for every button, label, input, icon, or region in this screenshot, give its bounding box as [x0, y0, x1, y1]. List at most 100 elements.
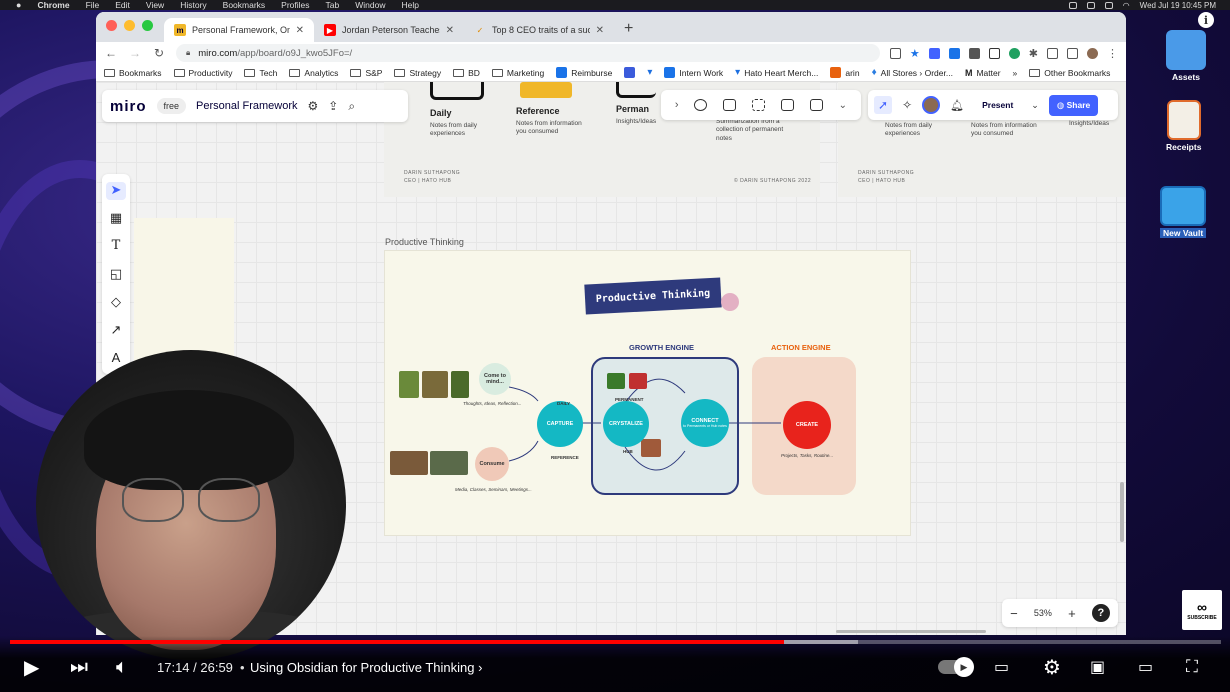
plan-badge[interactable]: free [156, 98, 187, 114]
notion-extension-icon[interactable] [988, 47, 1000, 59]
cursor-reactions-icon[interactable]: ➚ [874, 96, 893, 114]
board-name[interactable]: Personal Framework [196, 100, 297, 112]
new-tab-button[interactable]: + [614, 20, 643, 42]
subscribe-watermark[interactable]: ∞ SUBSCRIBE [1182, 590, 1222, 630]
chapter-title[interactable]: Using Obsidian for Productive Thinking › [250, 660, 482, 675]
bookmark-link[interactable]: M Matter [965, 68, 1001, 78]
extension-icon[interactable] [928, 47, 940, 59]
menu-view[interactable]: View [146, 0, 164, 10]
other-bookmarks[interactable]: Other Bookmarks [1029, 68, 1110, 78]
notes-icon[interactable] [809, 99, 823, 111]
close-tab-icon[interactable]: ✕ [296, 25, 304, 36]
menu-file[interactable]: File [86, 0, 100, 10]
templates-icon[interactable]: ▦ [106, 210, 126, 228]
wifi-icon[interactable]: ◠ [1123, 1, 1130, 10]
status-icon[interactable] [1068, 1, 1077, 9]
zoom-level[interactable]: 53% [1034, 608, 1052, 618]
close-window-button[interactable] [106, 20, 117, 31]
close-tab-icon[interactable]: ✕ [446, 25, 454, 36]
tab-youtube[interactable]: ▶ Jordan Peterson Teaches a Sh ✕ [314, 18, 464, 42]
productive-thinking-frame[interactable]: Productive Thinking GROWTH ENGINE ACTION… [384, 250, 911, 536]
miro-logo[interactable]: miro [110, 98, 147, 115]
present-button[interactable]: Present [974, 96, 1021, 114]
bookmark-link[interactable]: Intern Work [664, 67, 723, 78]
back-icon[interactable]: ← [104, 46, 118, 60]
menu-app-chrome[interactable]: Chrome [37, 0, 69, 10]
extension-icon[interactable] [948, 47, 960, 59]
zoom-in-button[interactable]: + [1068, 606, 1076, 621]
reload-icon[interactable]: ↻ [152, 46, 166, 60]
kebab-menu-icon[interactable]: ⋮ [1107, 47, 1118, 60]
select-cursor-icon[interactable]: ➤ [106, 182, 126, 200]
bookmark-link[interactable]: arin [830, 67, 860, 78]
battery-icon[interactable] [1104, 1, 1113, 9]
volume-icon[interactable]: 🔈︎ [116, 656, 128, 679]
bookmark-folder[interactable]: Tech [244, 68, 277, 78]
autoplay-toggle[interactable]: ▶ [938, 657, 974, 677]
forward-icon[interactable]: → [128, 46, 142, 60]
tab-ceo-traits[interactable]: ✓ Top 8 CEO traits of a successf ✕ [464, 18, 614, 42]
timer-icon[interactable] [694, 99, 708, 111]
help-button[interactable]: ? [1091, 604, 1110, 622]
menu-profiles[interactable]: Profiles [281, 0, 309, 10]
side-panel-icon[interactable] [1067, 47, 1078, 59]
zoom-out-button[interactable]: − [1010, 606, 1018, 621]
settings-gear-icon[interactable]: ⚙ [308, 99, 319, 113]
status-icon[interactable] [1086, 1, 1095, 9]
connection-line-icon[interactable]: ↗ [106, 322, 126, 340]
captions-icon[interactable]: ▭ [994, 657, 1009, 677]
sticky-note-icon[interactable]: ◱ [106, 266, 126, 284]
puzzle-extensions-icon[interactable]: ✱ [1029, 47, 1038, 60]
url-field[interactable]: 🔒︎ miro.com/app/board/o9J_kwo5JFo=/ [176, 44, 880, 62]
bookmark-link[interactable]: Reimburse [556, 67, 612, 78]
bookmark-folder[interactable]: Analytics [289, 68, 338, 78]
menu-help[interactable]: Help [401, 0, 418, 10]
frame-title[interactable]: Productive Thinking [385, 237, 464, 247]
present-options-chevron-icon[interactable]: ⌄ [1031, 100, 1039, 111]
menu-history[interactable]: History [180, 0, 206, 10]
collaborator-avatar[interactable] [922, 96, 941, 114]
menu-edit[interactable]: Edit [115, 0, 130, 10]
celebrate-icon[interactable]: ✧ [902, 98, 912, 112]
export-upload-icon[interactable]: ⇪ [328, 99, 338, 113]
bookmark-folder[interactable]: Productivity [173, 68, 232, 78]
menubar-clock[interactable]: Wed Jul 19 10:45 PM [1140, 1, 1216, 10]
desktop-icon-receipts[interactable]: Receipts [1166, 100, 1201, 152]
video-progress-bar[interactable] [10, 640, 1221, 644]
search-icon[interactable]: ⌕ [348, 99, 355, 114]
horizontal-scrollbar[interactable] [836, 630, 986, 633]
chevron-down-icon[interactable]: ⌄ [839, 100, 847, 111]
bookmark-folder[interactable]: S&P [350, 68, 382, 78]
bell-icon[interactable]: 🔔︎ [950, 99, 964, 112]
menu-tab[interactable]: Tab [326, 0, 340, 10]
share-page-icon[interactable] [889, 47, 901, 59]
bookmark-folder[interactable]: BD [453, 68, 480, 78]
info-icon[interactable]: i [1198, 12, 1214, 28]
focus-frame-icon[interactable] [752, 99, 766, 111]
profile-avatar-icon[interactable] [1087, 47, 1098, 59]
menu-bookmarks[interactable]: Bookmarks [223, 0, 266, 10]
play-icon[interactable]: ▶ [24, 655, 39, 680]
miniplayer-icon[interactable]: ▣ [1090, 657, 1105, 677]
maximize-window-button[interactable] [142, 20, 153, 31]
extension-icon[interactable] [968, 47, 980, 59]
reading-list-icon[interactable] [1047, 47, 1058, 59]
bookmark-link[interactable]: ▾ [647, 67, 652, 78]
theater-mode-icon[interactable]: ▭ [1138, 657, 1153, 677]
shapes-icon[interactable]: ◇ [106, 294, 126, 312]
desktop-icon-new-vault[interactable]: New Vault [1160, 186, 1207, 238]
fullscreen-icon[interactable]: ⛶ [1186, 657, 1198, 677]
menu-window[interactable]: Window [355, 0, 385, 10]
apple-icon[interactable]: ● [16, 0, 21, 10]
bookmark-link[interactable] [624, 67, 636, 78]
bookmark-folder[interactable]: Bookmarks [104, 68, 162, 78]
text-tool-icon[interactable]: T [106, 238, 126, 256]
bookmark-folder[interactable]: Strategy [394, 68, 441, 78]
desktop-icon-assets[interactable]: Assets [1166, 30, 1206, 82]
bookmark-star-icon[interactable]: ★ [910, 47, 920, 60]
tab-miro[interactable]: m Personal Framework, Online W ✕ [164, 18, 314, 42]
bookmarks-overflow-button[interactable]: » [1013, 68, 1018, 78]
extension-icon[interactable] [1008, 47, 1020, 59]
minimize-window-button[interactable] [124, 20, 135, 31]
close-tab-icon[interactable]: ✕ [596, 25, 604, 36]
